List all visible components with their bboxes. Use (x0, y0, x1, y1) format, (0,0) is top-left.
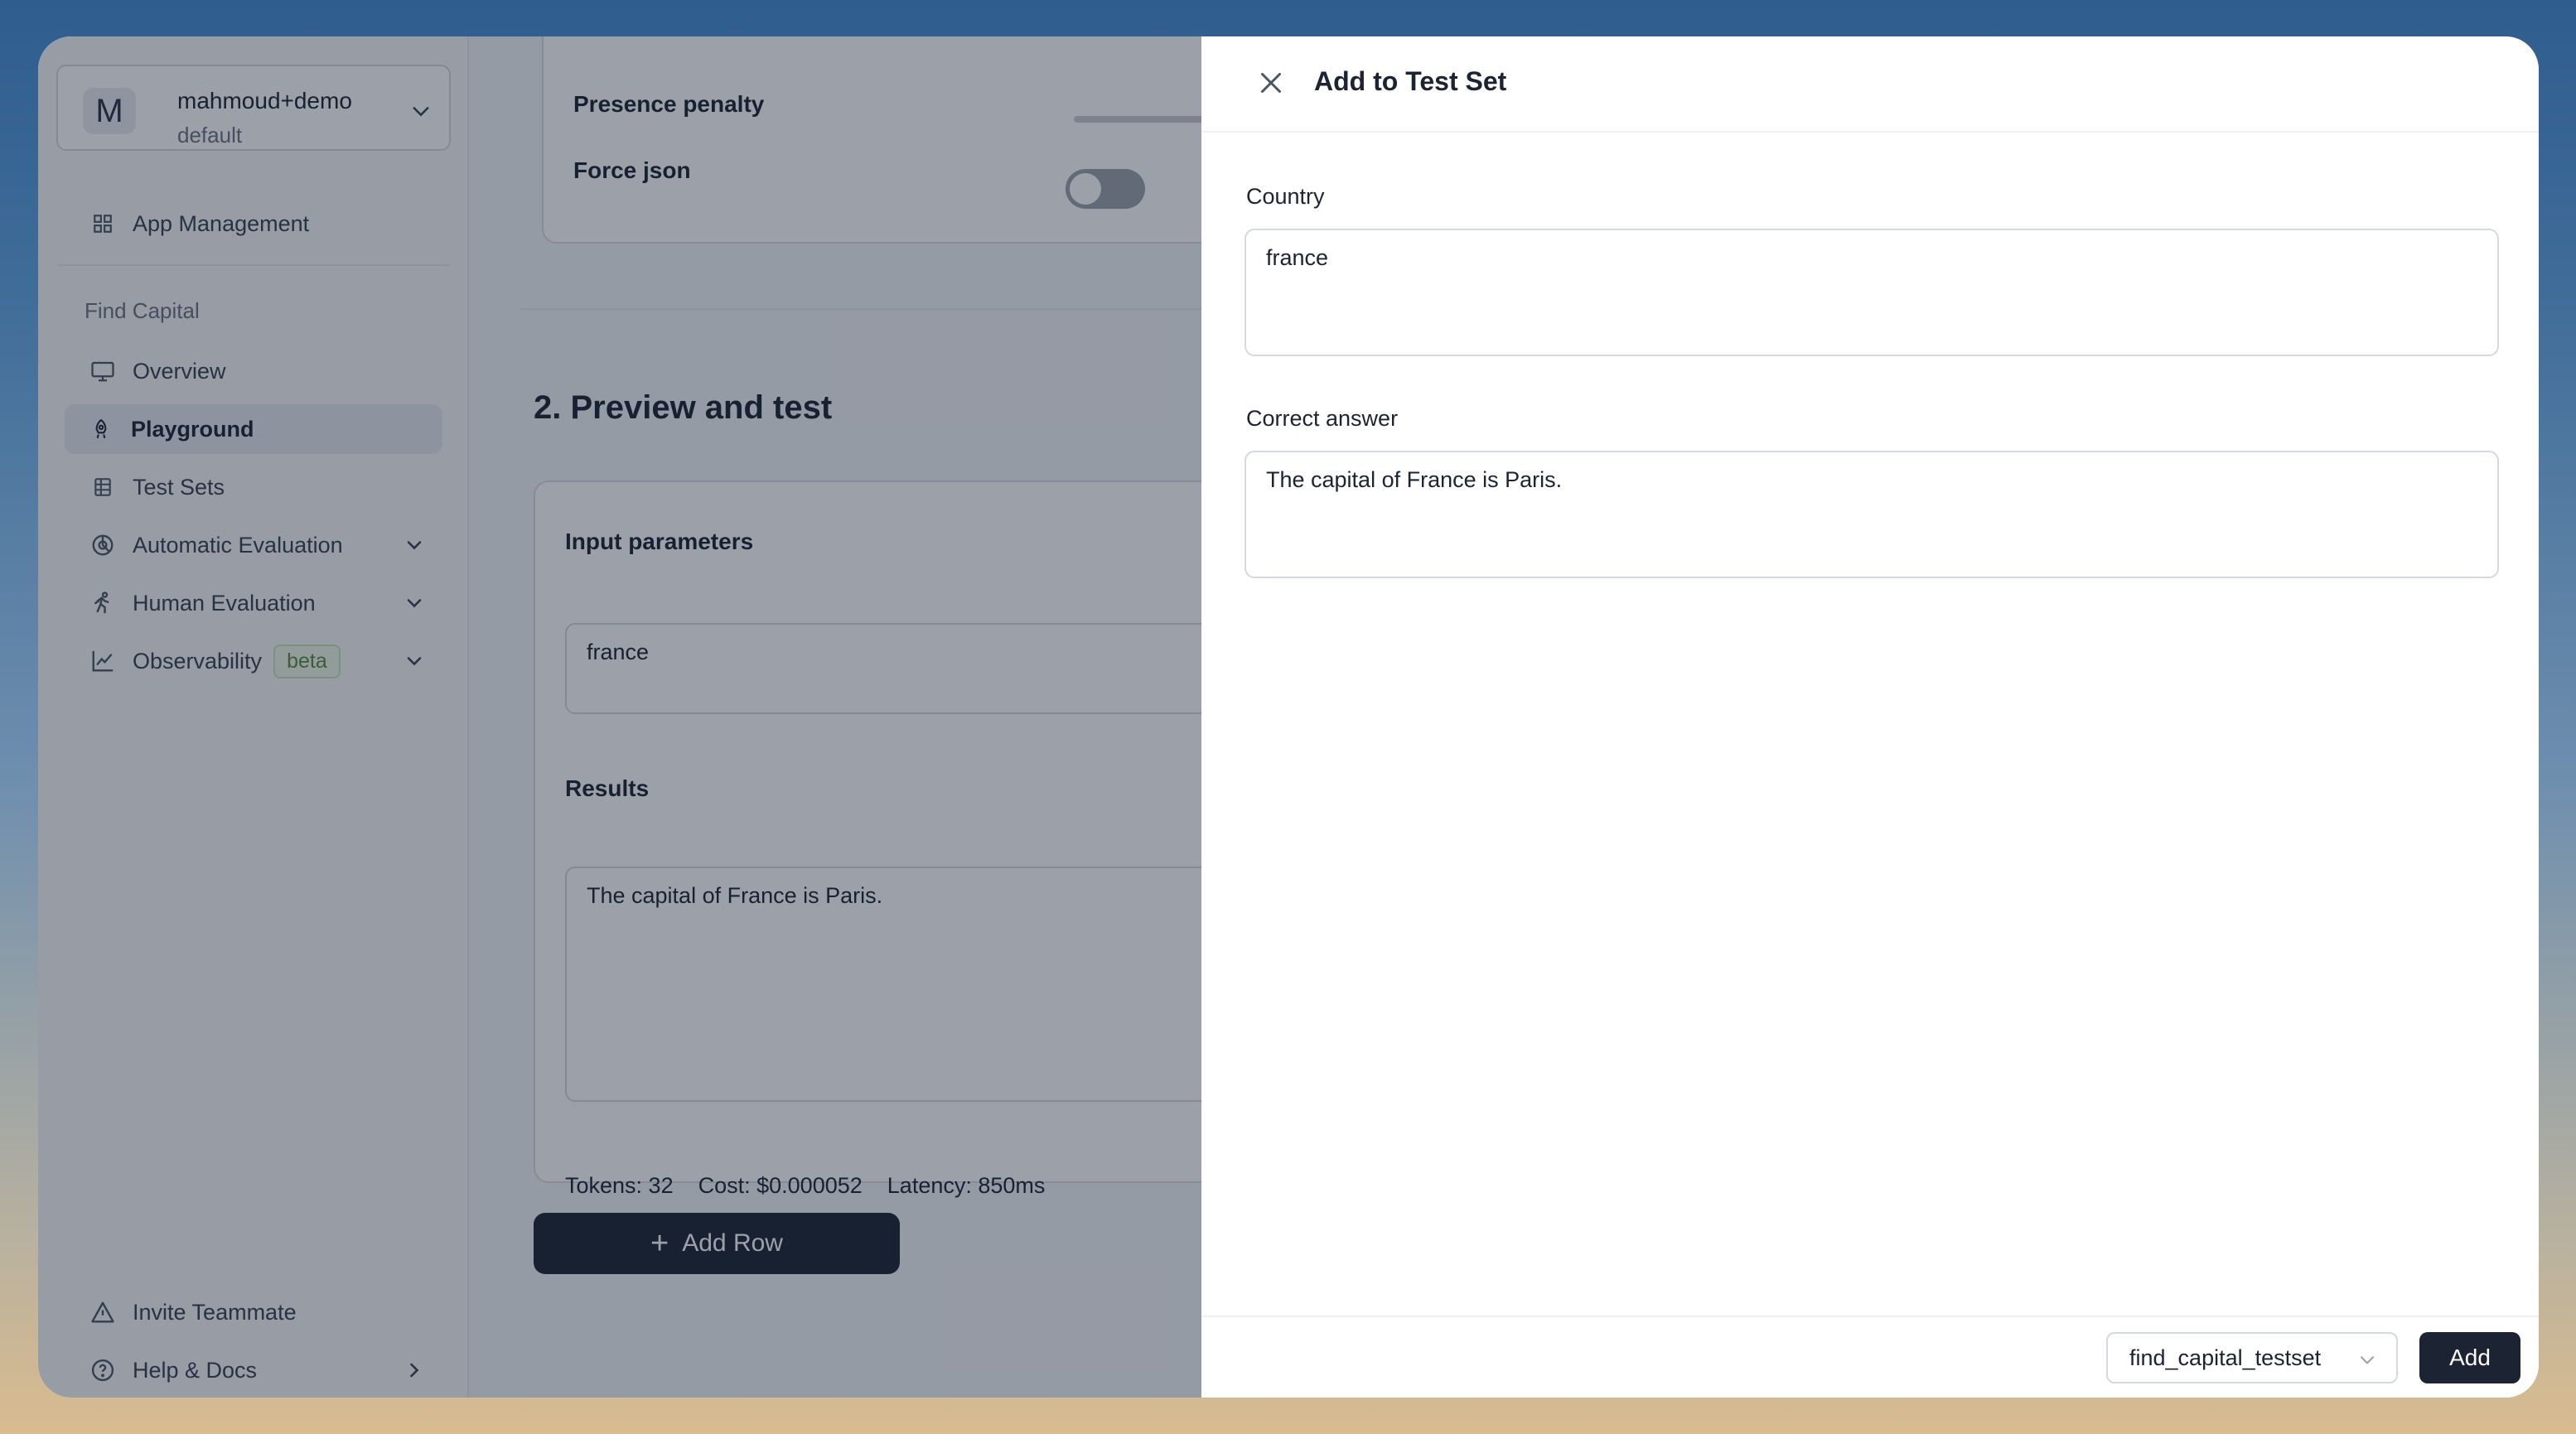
close-icon[interactable] (1256, 68, 1286, 98)
correct-answer-label: Correct answer (1246, 406, 1399, 431)
drawer-footer-divider (1201, 1316, 2539, 1317)
drawer-header: Add to Test Set (1201, 36, 2539, 133)
app-window: M mahmoud+demo default App Management Fi… (38, 36, 2539, 1398)
country-label: Country (1246, 184, 1325, 209)
country-field[interactable]: france (1245, 229, 2499, 356)
chevron-down-icon (2360, 1355, 2375, 1364)
drawer-title: Add to Test Set (1314, 66, 1507, 96)
testset-selected-value: find_capital_testset (2129, 1345, 2322, 1370)
testset-select[interactable]: find_capital_testset (2106, 1332, 2398, 1383)
add-to-test-set-drawer: Add to Test Set Country france Correct a… (1201, 36, 2539, 1398)
correct-answer-field[interactable]: The capital of France is Paris. (1245, 451, 2499, 578)
modal-backdrop[interactable] (38, 36, 1201, 1398)
add-button[interactable]: Add (2419, 1332, 2520, 1383)
